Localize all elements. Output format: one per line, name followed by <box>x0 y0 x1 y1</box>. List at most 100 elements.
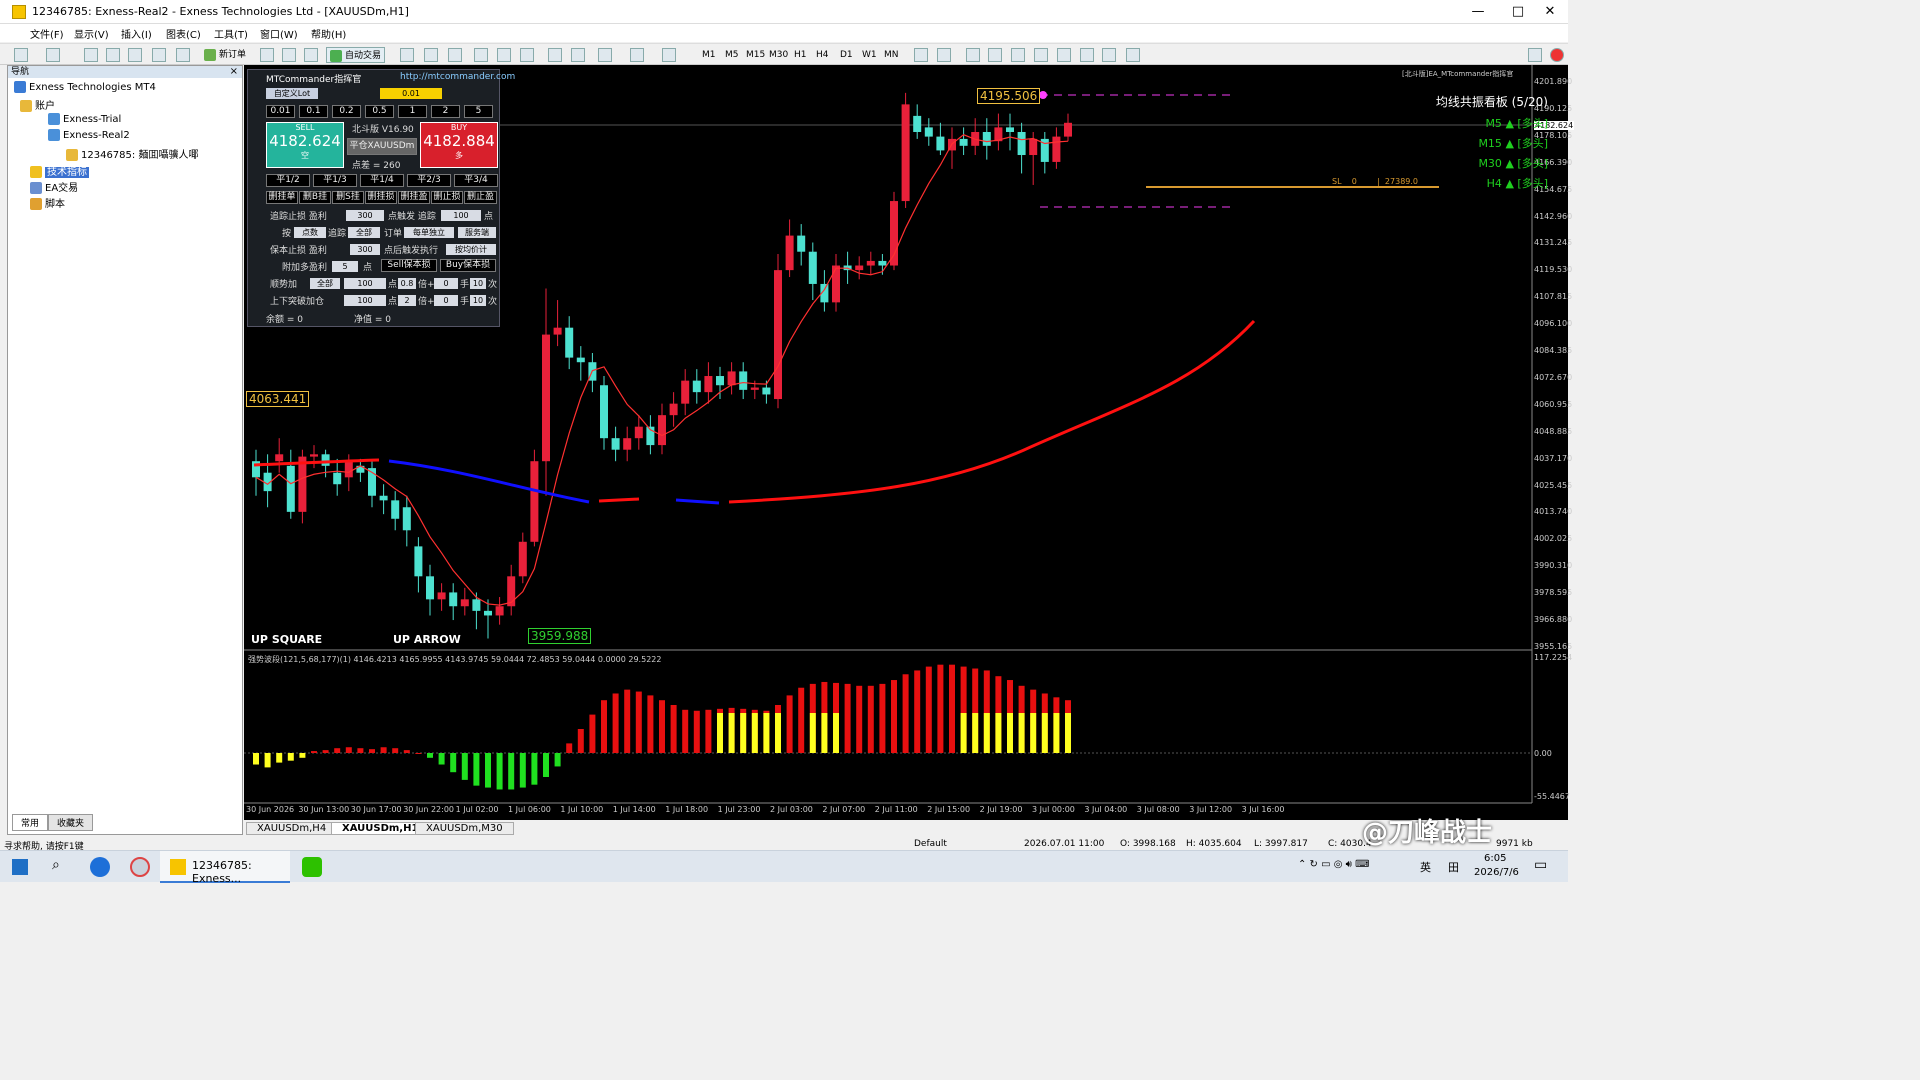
lot-preset[interactable]: 5 <box>464 105 493 118</box>
new-order-button[interactable]: 新订单 <box>204 47 246 63</box>
trailing-profit-input[interactable]: 300 <box>346 210 384 221</box>
mt-url[interactable]: http://mtcommander.com <box>400 72 515 82</box>
chart-area[interactable]: 4195.506 4063.441 3959.988 UP SQUARE UP … <box>244 65 1575 820</box>
delete-button[interactable]: 删止盈 <box>464 191 497 204</box>
bar-chart-icon[interactable] <box>400 48 414 62</box>
windows-start-icon[interactable] <box>12 859 28 875</box>
cursor-icon[interactable] <box>914 48 928 62</box>
signals-icon[interactable] <box>282 48 296 62</box>
line-chart-icon[interactable] <box>448 48 462 62</box>
trendline-icon[interactable] <box>1011 48 1025 62</box>
text-icon[interactable] <box>1080 48 1094 62</box>
menu-help[interactable]: 帮助(H) <box>311 26 346 41</box>
breakout-points-input[interactable]: 100 <box>344 295 386 306</box>
autoscroll-icon[interactable] <box>548 48 562 62</box>
data-window-icon[interactable] <box>106 48 120 62</box>
sell-button[interactable]: SELL 4182.624 空 <box>266 122 344 168</box>
search-icon[interactable]: ⌕ <box>52 857 60 873</box>
menu-tools[interactable]: 工具(T) <box>214 26 248 41</box>
tab-favorites[interactable]: 收藏夹 <box>48 814 94 831</box>
candle-chart-icon[interactable] <box>424 48 438 62</box>
close-symbol-button[interactable]: 平仓XAUUSDm <box>347 138 417 155</box>
fibo-icon[interactable] <box>1057 48 1071 62</box>
buy-button[interactable]: BUY 4182.884 多 <box>420 122 498 168</box>
clock-date[interactable]: 2026/7/6 <box>1474 867 1519 878</box>
tab-xauusdm-h4[interactable]: XAUUSDm,H4 <box>246 822 338 835</box>
partial-close-button[interactable]: 平1/2 <box>266 174 310 187</box>
notification-icon[interactable] <box>1550 48 1564 62</box>
delete-button[interactable]: 删挂单 <box>266 191 298 204</box>
menu-file[interactable]: 文件(F) <box>30 26 64 41</box>
clock-time[interactable]: 6:05 <box>1484 853 1506 864</box>
lot-preset[interactable]: 0.2 <box>332 105 361 118</box>
indicators-icon[interactable] <box>598 48 612 62</box>
search-icon[interactable] <box>1528 48 1542 62</box>
partial-close-button[interactable]: 平1/3 <box>313 174 357 187</box>
trend-multiplier-input[interactable]: 0.8 <box>398 278 416 289</box>
tf-mn[interactable]: MN <box>884 47 899 63</box>
ime-language[interactable]: 英 <box>1420 859 1431 875</box>
chart-shift-icon[interactable] <box>571 48 585 62</box>
tester-icon[interactable] <box>176 48 190 62</box>
avg-price-select[interactable]: 按均价计 <box>446 244 496 255</box>
delete-button[interactable]: 删挂盈 <box>398 191 430 204</box>
arrows-icon[interactable] <box>1126 48 1140 62</box>
terminal-icon[interactable] <box>152 48 166 62</box>
per-order-select[interactable]: 每单独立 <box>404 227 454 238</box>
close-button[interactable]: ✕ <box>1530 2 1570 22</box>
ime-mode-icon[interactable]: 田 <box>1448 859 1459 875</box>
tree-accounts[interactable]: 账户 <box>20 97 55 112</box>
tf-w1[interactable]: W1 <box>862 47 877 63</box>
app-icon[interactable] <box>130 857 150 877</box>
tray-icons[interactable]: ⌃ ↻ ▭ ◎ 🔊︎ ⌨ <box>1298 859 1370 870</box>
tf-m15[interactable]: M15 <box>746 47 765 63</box>
minimize-button[interactable]: — <box>1458 2 1498 22</box>
breakout-lot-input[interactable]: 0 <box>434 295 458 306</box>
breakout-times-input[interactable]: 10 <box>470 295 486 306</box>
navigator-close-icon[interactable]: × <box>230 66 238 77</box>
partial-close-button[interactable]: 平2/3 <box>407 174 451 187</box>
lot-preset[interactable]: 0.5 <box>365 105 394 118</box>
taskbar-mt4-item[interactable]: 12346785: Exness... <box>160 851 290 885</box>
breakeven-profit-input[interactable]: 300 <box>350 244 380 255</box>
points-select[interactable]: 点数 <box>294 227 326 238</box>
tf-m5[interactable]: M5 <box>725 47 739 63</box>
delete-button[interactable]: 删S挂 <box>332 191 364 204</box>
tree-account[interactable]: 12346785: 麺囬囁骥⼈㖿 <box>66 146 198 161</box>
delete-button[interactable]: 删挂损 <box>365 191 397 204</box>
tab-xauusdm-m30[interactable]: XAUUSDm,M30 <box>415 822 514 835</box>
server-select[interactable]: 服务端 <box>458 227 496 238</box>
notifications-icon[interactable]: ▭ <box>1534 857 1547 873</box>
menu-chart[interactable]: 图表(C) <box>166 26 201 41</box>
tf-h1[interactable]: H1 <box>794 47 807 63</box>
meta-editor-icon[interactable] <box>260 48 274 62</box>
crosshair-icon[interactable] <box>937 48 951 62</box>
tree-exness-trial[interactable]: Exness-Trial <box>48 113 121 125</box>
tree-indicators[interactable]: 技术指标 <box>30 163 89 178</box>
lot-mode-select[interactable]: 自定义Lot <box>266 88 318 99</box>
zoom-out-icon[interactable] <box>497 48 511 62</box>
lot-input[interactable]: 0.01 <box>380 88 442 99</box>
tree-exness-real2[interactable]: Exness-Real2 <box>48 129 130 141</box>
menu-view[interactable]: 显示(V) <box>74 26 109 41</box>
breakout-multiplier-input[interactable]: 2 <box>398 295 416 306</box>
menu-insert[interactable]: 插入(I) <box>121 26 152 41</box>
scope-select[interactable]: 全部 <box>348 227 380 238</box>
trailing-distance-input[interactable]: 100 <box>441 210 481 221</box>
lot-preset[interactable]: 2 <box>431 105 460 118</box>
lot-preset[interactable]: 0.1 <box>299 105 328 118</box>
wechat-icon[interactable] <box>302 857 322 877</box>
new-chart-icon[interactable] <box>14 48 28 62</box>
tf-h4[interactable]: H4 <box>816 47 829 63</box>
tree-root[interactable]: Exness Technologies MT4 <box>14 81 156 93</box>
lot-preset[interactable]: 0.01 <box>266 105 295 118</box>
delete-button[interactable]: 删B挂 <box>299 191 331 204</box>
tf-m1[interactable]: M1 <box>702 47 716 63</box>
channel-icon[interactable] <box>1034 48 1048 62</box>
browser-icon[interactable] <box>90 857 110 877</box>
label-icon[interactable] <box>1102 48 1116 62</box>
tab-common[interactable]: 常用 <box>12 814 49 831</box>
periods-icon[interactable] <box>630 48 644 62</box>
menu-window[interactable]: 窗口(W) <box>260 26 298 41</box>
trend-points-input[interactable]: 100 <box>344 278 386 289</box>
